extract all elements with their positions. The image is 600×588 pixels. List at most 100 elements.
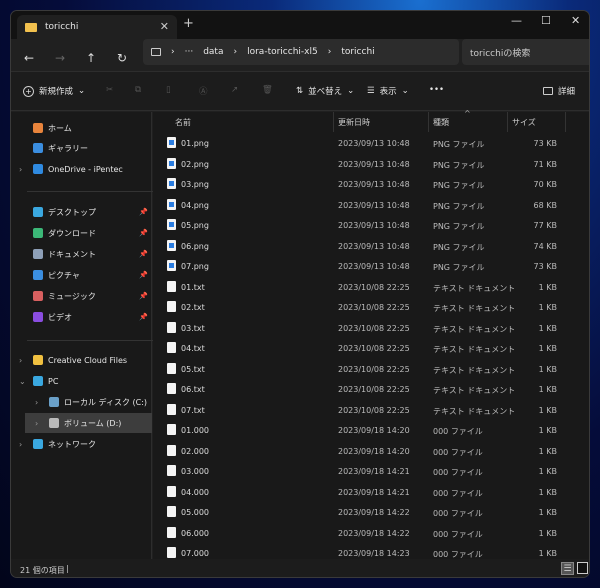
- address-bar[interactable]: › ··· data › lora-toricchi-xl5 › toricch…: [143, 39, 459, 65]
- breadcrumb-lora[interactable]: lora-toricchi-xl5: [247, 47, 318, 57]
- paste-icon[interactable]: ▯: [166, 85, 171, 95]
- copy-icon[interactable]: ⧉: [135, 85, 141, 95]
- breadcrumb-toricchi[interactable]: toricchi: [341, 47, 374, 57]
- sidebar-item[interactable]: › ボリューム (D:): [25, 413, 152, 433]
- close-button[interactable]: ✕: [571, 14, 580, 27]
- navigation-pane: ホーム ギャラリー › OneDrive - iPentec デスクトップ 📌 ダウンロード…: [11, 112, 157, 559]
- file-date: 2023/09/18 14:21: [338, 467, 410, 476]
- file-row[interactable]: 06.txt 2023/10/08 22:25 テキスト ドキュメント 1 KB: [153, 379, 589, 399]
- file-date: 2023/09/18 14:22: [338, 508, 410, 517]
- sidebar-item[interactable]: › Creative Cloud Files: [11, 350, 152, 370]
- file-size: 1 KB: [538, 426, 557, 435]
- share-icon[interactable]: ↗: [231, 85, 238, 95]
- rename-icon[interactable]: Ⓐ: [199, 85, 208, 97]
- file-row[interactable]: 01.txt 2023/10/08 22:25 テキスト ドキュメント 1 KB: [153, 277, 589, 297]
- folder-icon: [25, 22, 37, 32]
- sidebar-item[interactable]: ⌄ PC: [11, 371, 152, 391]
- sidebar-item[interactable]: ギャラリー: [11, 138, 152, 158]
- sidebar-item[interactable]: › ネットワーク: [11, 434, 152, 454]
- file-date: 2023/09/13 10:48: [338, 262, 410, 271]
- file-row[interactable]: 05.txt 2023/10/08 22:25 テキスト ドキュメント 1 KB: [153, 359, 589, 379]
- details-view-icon[interactable]: ☰: [561, 562, 574, 575]
- network-icon: [33, 439, 43, 449]
- file-type: テキスト ドキュメント: [433, 283, 516, 293]
- file-size: 1 KB: [538, 508, 557, 517]
- file-row[interactable]: 04.png 2023/09/13 10:48 PNG ファイル 68 KB: [153, 195, 589, 215]
- file-row[interactable]: 06.png 2023/09/13 10:48 PNG ファイル 74 KB: [153, 236, 589, 256]
- file-name: 03.txt: [181, 323, 205, 333]
- file-size: 1 KB: [538, 487, 557, 497]
- file-row[interactable]: 03.000 2023/09/18 14:21 000 ファイル 1 KB: [153, 461, 589, 481]
- new-tab-button[interactable]: +: [183, 16, 194, 31]
- file-date: 2023/09/13 10:48: [338, 159, 410, 169]
- file-size: 1 KB: [538, 405, 557, 415]
- sidebar-item[interactable]: デスクトップ 📌: [11, 202, 152, 222]
- file-list: 名前 更新日時 種類 ^ サイズ 01.png 2023/09/13 10:48…: [153, 109, 589, 559]
- sort-label: 並べ替え: [308, 87, 343, 97]
- file-row[interactable]: 06.000 2023/09/18 14:22 000 ファイル 1 KB: [153, 523, 589, 543]
- sidebar-item[interactable]: ミュージック 📌: [11, 286, 152, 306]
- file-row[interactable]: 04.000 2023/09/18 14:21 000 ファイル 1 KB: [153, 482, 589, 502]
- file-row[interactable]: 04.txt 2023/10/08 22:25 テキスト ドキュメント 1 KB: [153, 338, 589, 358]
- file-row[interactable]: 05.png 2023/09/13 10:48 PNG ファイル 77 KB: [153, 215, 589, 235]
- cut-icon[interactable]: ✂: [106, 85, 113, 95]
- file-name: 02.txt: [181, 303, 205, 312]
- search-input[interactable]: toricchiの検索: [462, 39, 589, 65]
- file-size: 1 KB: [538, 344, 557, 353]
- sidebar-item[interactable]: ビデオ 📌: [11, 307, 152, 327]
- sidebar-item-label: ドキュメント: [48, 249, 96, 259]
- expand-chevron-icon[interactable]: ›: [19, 356, 22, 365]
- column-date[interactable]: 更新日時: [338, 117, 370, 128]
- file-icon: [167, 526, 176, 538]
- file-row[interactable]: 01.png 2023/09/13 10:48 PNG ファイル 73 KB: [153, 133, 589, 153]
- breadcrumb-more[interactable]: ···: [185, 47, 194, 57]
- sidebar-item[interactable]: ホーム: [11, 118, 152, 138]
- sidebar-item[interactable]: › OneDrive - iPentec: [11, 159, 152, 179]
- expand-chevron-icon[interactable]: ›: [19, 165, 22, 174]
- tab-toricchi[interactable]: toricchi ✕: [17, 15, 177, 39]
- file-row[interactable]: 03.png 2023/09/13 10:48 PNG ファイル 70 KB: [153, 174, 589, 194]
- details-label: 詳細: [558, 87, 576, 97]
- details-button[interactable]: 詳細: [543, 85, 575, 97]
- file-row[interactable]: 02.txt 2023/10/08 22:25 テキスト ドキュメント 1 KB: [153, 297, 589, 317]
- file-row[interactable]: 05.000 2023/09/18 14:22 000 ファイル 1 KB: [153, 502, 589, 522]
- column-name[interactable]: 名前: [175, 117, 191, 128]
- maximize-button[interactable]: ☐: [541, 14, 551, 27]
- sort-button[interactable]: ⇅ 並べ替え ⌄: [296, 85, 354, 97]
- breadcrumb-sep: ›: [233, 47, 238, 57]
- sidebar-item[interactable]: ダウンロード 📌: [11, 223, 152, 243]
- file-row[interactable]: 07.png 2023/09/13 10:48 PNG ファイル 73 KB: [153, 256, 589, 276]
- file-type: 000 ファイル: [433, 488, 483, 498]
- file-type: テキスト ドキュメント: [433, 304, 516, 313]
- sidebar-item[interactable]: ピクチャ 📌: [11, 265, 152, 285]
- view-button[interactable]: ☰ 表示 ⌄: [367, 85, 409, 97]
- delete-icon[interactable]: 🗑: [262, 85, 273, 95]
- column-type[interactable]: 種類: [433, 117, 449, 128]
- up-button[interactable]: ↑: [86, 51, 96, 65]
- file-row[interactable]: 02.000 2023/09/18 14:20 000 ファイル 1 KB: [153, 441, 589, 461]
- back-button[interactable]: ←: [24, 51, 34, 65]
- column-size[interactable]: サイズ: [512, 117, 536, 128]
- forward-button[interactable]: →: [55, 51, 65, 65]
- expand-chevron-icon[interactable]: ⌄: [19, 377, 26, 386]
- file-row[interactable]: 02.png 2023/09/13 10:48 PNG ファイル 71 KB: [153, 154, 589, 174]
- file-row[interactable]: 07.txt 2023/10/08 22:25 テキスト ドキュメント 1 KB: [153, 400, 589, 420]
- file-name: 01.txt: [181, 282, 205, 292]
- new-button[interactable]: + 新規作成 ⌄: [23, 85, 85, 97]
- expand-chevron-icon[interactable]: ›: [19, 440, 22, 449]
- file-size: 77 KB: [533, 221, 557, 230]
- minimize-button[interactable]: —: [511, 14, 522, 27]
- more-button[interactable]: •••: [429, 85, 444, 95]
- breadcrumb-data[interactable]: data: [203, 47, 223, 57]
- expand-chevron-icon[interactable]: ›: [35, 398, 38, 407]
- file-row[interactable]: 03.txt 2023/10/08 22:25 テキスト ドキュメント 1 KB: [153, 318, 589, 338]
- sidebar-item[interactable]: ドキュメント 📌: [11, 244, 152, 264]
- file-row[interactable]: 01.000 2023/09/18 14:20 000 ファイル 1 KB: [153, 420, 589, 440]
- close-tab-button[interactable]: ✕: [160, 20, 169, 33]
- sidebar-item[interactable]: › ローカル ディスク (C:): [11, 392, 152, 412]
- file-size: 1 KB: [538, 323, 557, 333]
- expand-chevron-icon[interactable]: ›: [35, 419, 38, 428]
- thumbnail-view-icon[interactable]: [577, 562, 588, 574]
- refresh-button[interactable]: ↻: [117, 51, 127, 65]
- file-type: PNG ファイル: [433, 263, 485, 272]
